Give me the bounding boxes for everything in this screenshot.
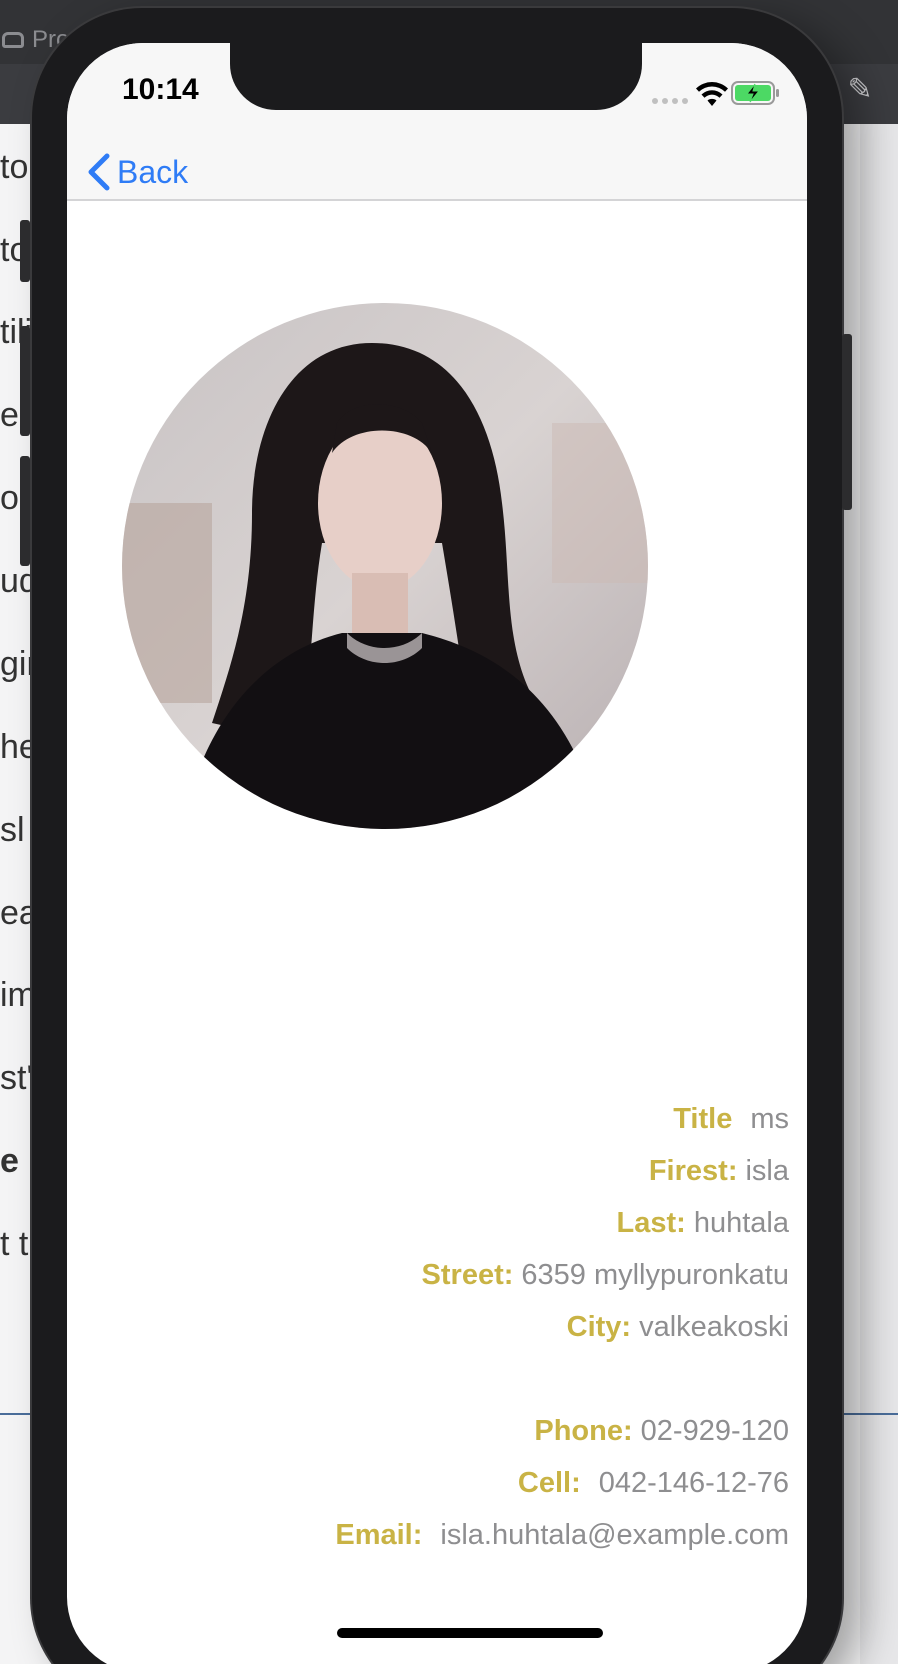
detail-row-phone: Phone: 02-929-120 xyxy=(89,1415,789,1467)
first-name-label: Firest: xyxy=(648,1155,738,1187)
profile-avatar xyxy=(122,303,648,829)
last-name-value: huhtala xyxy=(693,1207,789,1239)
phone-screen: 10:14 Back Title ms Firest: isla Last: h… xyxy=(67,43,807,1664)
email-label: Email: xyxy=(335,1519,423,1551)
phone-label: Phone: xyxy=(534,1415,633,1447)
car-icon xyxy=(2,32,24,48)
power-button[interactable] xyxy=(842,334,852,510)
volume-down-button[interactable] xyxy=(20,456,30,566)
phone-value: 02-929-120 xyxy=(640,1415,789,1447)
chevron-left-icon xyxy=(88,153,110,191)
wifi-icon xyxy=(696,82,728,106)
home-indicator[interactable] xyxy=(337,1628,603,1638)
last-name-label: Last: xyxy=(616,1207,686,1239)
detail-row-first: Firest: isla xyxy=(89,1155,789,1207)
pen-icon[interactable]: ✎ xyxy=(840,70,880,110)
street-label: Street: xyxy=(421,1259,514,1291)
detail-row-street: Street: 6359 myllypuronkatu xyxy=(89,1259,789,1311)
email-value: isla.huhtala@example.com xyxy=(440,1519,789,1551)
cell-label: Cell: xyxy=(517,1467,581,1499)
detail-row-title: Title ms xyxy=(89,1103,789,1155)
first-name-value: isla xyxy=(745,1155,789,1187)
detail-spacer xyxy=(89,1363,789,1415)
volume-up-button[interactable] xyxy=(20,326,30,436)
detail-row-cell: Cell: 042-146-12-76 xyxy=(89,1467,789,1519)
back-button[interactable]: Back xyxy=(85,143,188,201)
phone-frame: 10:14 Back Title ms Firest: isla Last: h… xyxy=(20,8,852,1664)
back-label: Back xyxy=(117,153,189,190)
detail-row-last: Last: huhtala xyxy=(89,1207,789,1259)
cell-value: 042-146-12-76 xyxy=(598,1467,789,1499)
cellular-signal-icon xyxy=(652,98,688,104)
mute-switch[interactable] xyxy=(20,220,30,282)
navigation-bar: Back xyxy=(67,143,807,201)
title-value: ms xyxy=(750,1103,789,1135)
city-value: valkeakoski xyxy=(639,1311,789,1343)
title-label: Title xyxy=(673,1103,733,1135)
battery-charging-icon xyxy=(731,81,779,105)
street-value: 6359 myllypuronkatu xyxy=(521,1259,789,1291)
person-details: Title ms Firest: isla Last: huhtala Stre… xyxy=(89,1103,789,1571)
background-document-edge xyxy=(860,124,898,1664)
notch xyxy=(230,43,642,110)
detail-row-city: City: valkeakoski xyxy=(89,1311,789,1363)
status-time: 10:14 xyxy=(122,73,199,106)
detail-row-email: Email: isla.huhtala@example.com xyxy=(89,1519,789,1571)
city-label: City: xyxy=(566,1311,632,1343)
